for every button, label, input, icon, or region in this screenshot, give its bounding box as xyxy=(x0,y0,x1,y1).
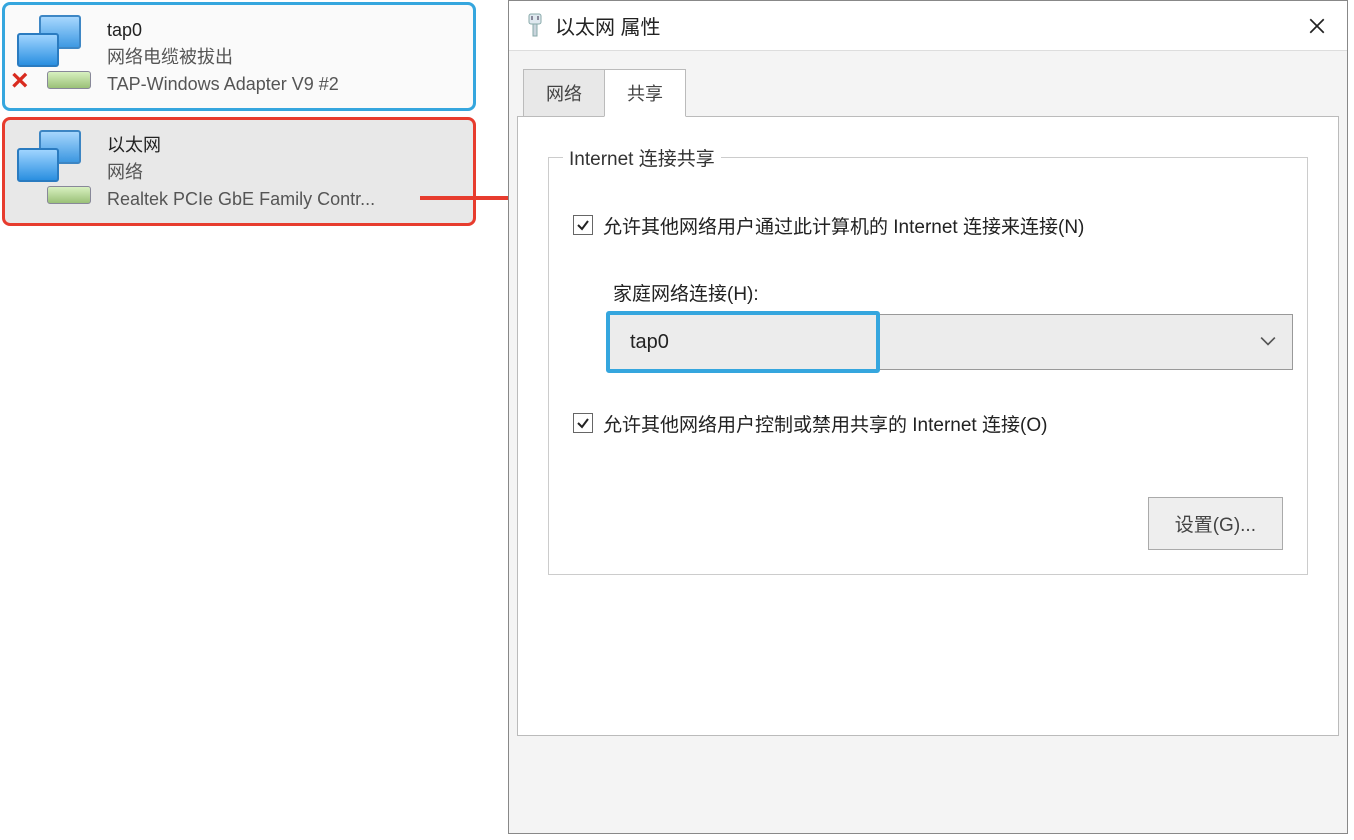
adapter-name: 以太网 xyxy=(107,132,375,159)
allow-control-row: 允许其他网络用户控制或禁用共享的 Internet 连接(O) xyxy=(573,410,1283,437)
groupbox-legend: Internet 连接共享 xyxy=(563,144,721,171)
tab-strip: 网络 共享 xyxy=(517,69,1339,117)
adapter-item-ethernet[interactable]: 以太网 网络 Realtek PCIe GbE Family Contr... xyxy=(2,117,476,226)
tab-network[interactable]: 网络 xyxy=(523,69,605,117)
adapter-list: × tap0 网络电缆被拔出 TAP-Windows Adapter V9 #2… xyxy=(0,0,478,232)
adapter-name: tap0 xyxy=(107,17,339,44)
home-connection-combobox[interactable]: tap0 xyxy=(609,314,1293,370)
checkmark-icon xyxy=(576,416,590,430)
ethernet-properties-dialog: 以太网 属性 网络 共享 Internet 连接共享 xyxy=(508,0,1348,834)
close-icon xyxy=(1308,17,1326,35)
adapter-status: 网络 xyxy=(107,159,375,186)
allow-sharing-row: 允许其他网络用户通过此计算机的 Internet 连接来连接(N) xyxy=(573,212,1283,239)
adapter-device: TAP-Windows Adapter V9 #2 xyxy=(107,71,339,98)
adapter-status: 网络电缆被拔出 xyxy=(107,44,339,71)
dialog-titlebar[interactable]: 以太网 属性 xyxy=(509,1,1347,51)
tab-sharing[interactable]: 共享 xyxy=(604,69,686,117)
allow-control-label: 允许其他网络用户控制或禁用共享的 Internet 连接(O) xyxy=(603,410,1047,437)
adapter-item-tap0[interactable]: × tap0 网络电缆被拔出 TAP-Windows Adapter V9 #2 xyxy=(2,2,476,111)
disconnected-x-icon: × xyxy=(11,71,35,95)
combo-selected-value: tap0 xyxy=(610,331,1244,354)
tab-panel-sharing: Internet 连接共享 允许其他网络用户通过此计算机的 Internet 连… xyxy=(517,116,1339,736)
allow-sharing-checkbox[interactable] xyxy=(573,215,593,235)
dialog-title: 以太网 属性 xyxy=(555,11,1287,40)
chevron-down-icon xyxy=(1244,333,1292,351)
close-button[interactable] xyxy=(1297,6,1337,46)
network-adapter-icon xyxy=(15,128,99,212)
dialog-body: 网络 共享 Internet 连接共享 允许其他网络用户通过此计算机的 Inte… xyxy=(509,51,1347,833)
ics-groupbox: Internet 连接共享 允许其他网络用户通过此计算机的 Internet 连… xyxy=(548,157,1308,575)
checkmark-icon xyxy=(576,218,590,232)
adapter-device: Realtek PCIe GbE Family Contr... xyxy=(107,186,375,213)
ethernet-plug-icon xyxy=(525,12,545,40)
allow-control-checkbox[interactable] xyxy=(573,413,593,433)
home-connection-label: 家庭网络连接(H): xyxy=(613,279,1283,306)
settings-button[interactable]: 设置(G)... xyxy=(1148,497,1283,550)
network-adapter-icon: × xyxy=(15,13,99,97)
allow-sharing-label: 允许其他网络用户通过此计算机的 Internet 连接来连接(N) xyxy=(603,212,1084,239)
